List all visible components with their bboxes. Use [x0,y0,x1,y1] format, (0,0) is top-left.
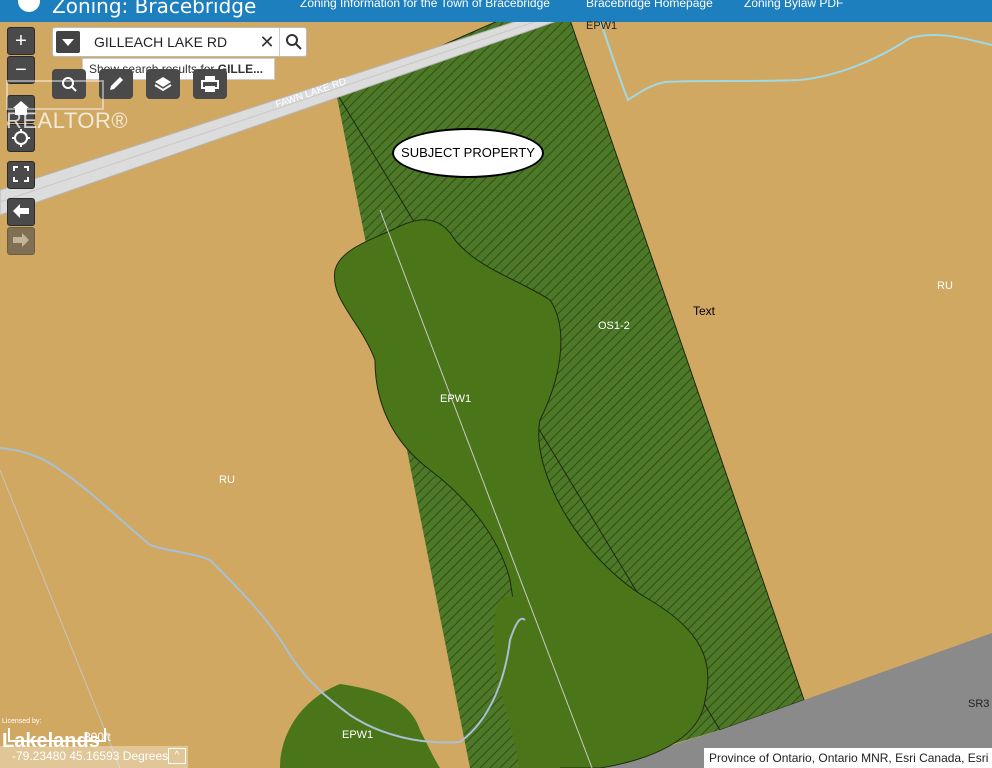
clear-search-button[interactable]: ✕ [256,31,278,53]
pencil-icon [110,77,123,90]
zoom-in-button[interactable]: + [7,27,35,55]
link-zoning-info[interactable]: Zoning Information for the Town of Brace… [300,0,550,10]
zone-label-sr: SR3 [968,698,990,710]
zone-label-epw-top: EPW1 [586,20,618,32]
zone-label-os: OS1-2 [598,320,630,332]
realtor-watermark-frame [6,80,104,110]
layers-tool-button[interactable] [146,69,180,99]
layers-icon [154,77,172,92]
search-icon [286,34,302,50]
link-zoning-bylaw[interactable]: Zoning Bylaw PDF [744,0,843,10]
arrow-left-icon [13,204,29,218]
fullscreen-icon [13,166,29,182]
zone-label-ru-east: RU [937,280,953,292]
search-source-dropdown[interactable] [56,31,80,53]
arrow-right-icon [13,233,29,247]
subject-property-label: SUBJECT PROPERTY [392,128,544,178]
previous-extent-button[interactable] [7,198,35,226]
draw-tool-button[interactable] [99,69,133,99]
licensed-by-label: Licensed by: [2,718,42,725]
zoning-map[interactable] [0,0,992,768]
realtor-watermark: REALTOR® [6,108,129,133]
app-title: Zoning: Bracebridge [52,0,257,18]
link-homepage[interactable]: Bracebridge Homepage [586,0,713,10]
print-tool-button[interactable] [193,69,227,99]
text-marker-label: Text [693,304,716,318]
fullscreen-button[interactable] [7,161,35,189]
zone-label-epw-bottom: EPW1 [342,729,374,741]
search-box: GILLEACH LAKE RD ✕ [52,27,307,57]
lakelands-logo: Lakelands [2,730,100,752]
next-extent-button[interactable] [7,227,35,255]
town-logo-icon [18,0,40,12]
zone-label-epw-center: EPW1 [440,393,472,405]
coordinates-toggle-button[interactable]: ^ [168,748,186,764]
zone-label-ru-main: RU [219,474,235,486]
app-header: Zoning: Bracebridge Zoning Information f… [0,0,992,22]
search-input[interactable]: GILLEACH LAKE RD [94,34,227,50]
map-attribution: Province of Ontario, Ontario MNR, Esri C… [704,748,992,768]
printer-icon [201,76,219,92]
search-button[interactable] [279,28,308,56]
